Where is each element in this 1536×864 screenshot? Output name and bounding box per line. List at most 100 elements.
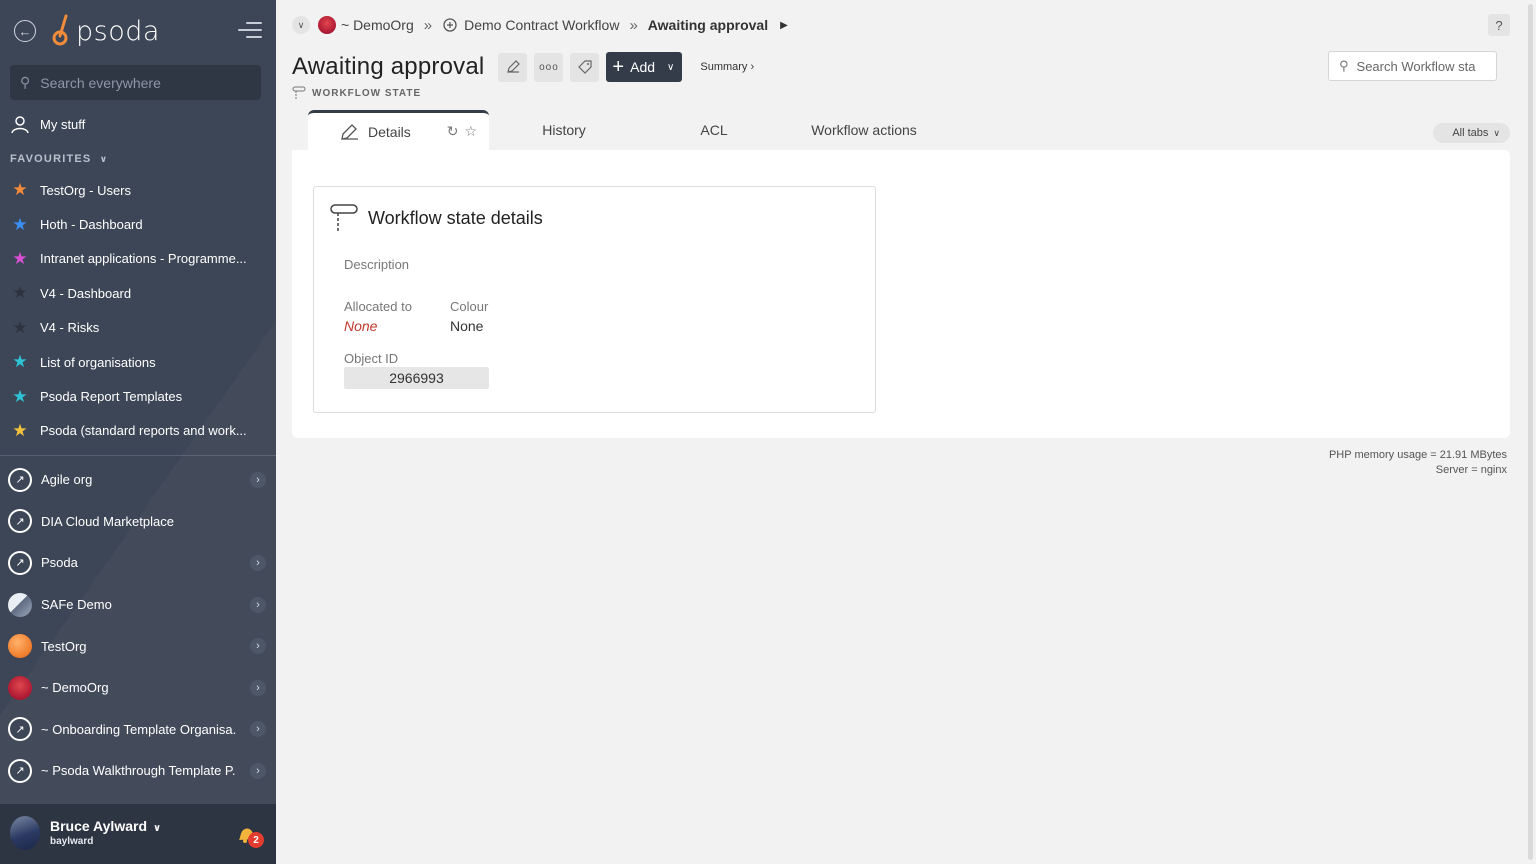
favourites-heading[interactable]: FAVOURITES ∨ (10, 153, 108, 165)
refresh-icon[interactable]: ↻ (447, 123, 459, 140)
star-icon: ★ (12, 248, 28, 268)
breadcrumb-workflow[interactable]: Demo Contract Workflow (464, 17, 619, 33)
favourite-label: Psoda Report Templates (40, 389, 183, 405)
favourite-label: List of organisations (40, 354, 156, 370)
tab-bar: Details ↻ ☆ History ACL Workflow actions (308, 110, 939, 150)
global-search[interactable]: ⚲ (10, 65, 261, 100)
workflow-state-icon (330, 204, 358, 231)
memory-usage: PHP memory usage = 21.91 MBytes (1328, 449, 1507, 461)
org-logo-icon (318, 16, 336, 34)
back-button[interactable]: ← (14, 20, 36, 42)
psoda-logo-mark-icon (52, 14, 68, 46)
all-tabs-dropdown[interactable]: All tabs ∨ (1433, 123, 1510, 143)
sidebar-divider (0, 455, 276, 456)
help-button[interactable]: ? (1488, 14, 1510, 36)
workflow-search[interactable]: ⚲ (1328, 51, 1497, 81)
search-icon: ⚲ (20, 74, 31, 90)
workflow-search-input[interactable] (1356, 58, 1485, 74)
workflow-icon (443, 18, 457, 32)
tag-button[interactable] (570, 52, 600, 82)
favourite-item[interactable]: ★ V4 - Risks (10, 311, 266, 345)
object-id-value: 2966993 (344, 367, 489, 389)
chevron-right-icon[interactable]: › (250, 471, 266, 488)
star-icon[interactable]: ☆ (465, 123, 478, 140)
add-button[interactable]: + Add ∨ (606, 52, 683, 82)
my-stuff-label: My stuff (40, 116, 86, 132)
favourite-item[interactable]: ★ List of organisations (10, 345, 266, 379)
mountain-icon (8, 592, 32, 617)
avatar[interactable] (10, 816, 40, 850)
summary-link[interactable]: Summary › (700, 61, 754, 73)
play-icon[interactable]: ▶ (780, 20, 788, 31)
favourite-item[interactable]: ★ Intranet applications - Programme... (10, 242, 266, 276)
tab-acl[interactable]: ACL (639, 110, 789, 150)
star-icon: ★ (12, 317, 28, 337)
collapse-sidebar-button[interactable] (238, 22, 262, 40)
chevron-right-icon[interactable]: › (250, 721, 266, 738)
favourite-item[interactable]: ★ TestOrg - Users (10, 173, 266, 207)
edit-button[interactable] (498, 52, 528, 82)
add-label: Add (630, 59, 656, 75)
user-icon (11, 116, 29, 134)
organisation-label: DIA Cloud Marketplace (41, 513, 174, 529)
main-content: ∨ ~ DemoOrg » Demo Contract Workflow » A… (276, 0, 1536, 864)
organisation-item[interactable]: ↗ Psoda › (8, 542, 270, 584)
organisation-item[interactable]: ↗ ~ Onboarding Template Organisa... › (8, 709, 270, 751)
breadcrumb-current: Awaiting approval (647, 17, 769, 33)
scrollbar-thumb[interactable] (1528, 4, 1533, 860)
favourite-label: V4 - Risks (40, 320, 100, 336)
organisation-item[interactable]: ↗ DIA Cloud Marketplace (8, 501, 270, 543)
rocket-icon: ↗ (8, 550, 32, 575)
pencil-icon (341, 123, 358, 140)
tab-history[interactable]: History (489, 110, 639, 150)
rocket-icon: ↗ (8, 509, 32, 534)
workflow-state-icon (292, 86, 306, 99)
allocated-to-value: None (344, 318, 378, 334)
chevron-right-icon[interactable]: › (250, 679, 266, 696)
orange-circle-icon (8, 634, 32, 659)
allocated-to-label: Allocated to (344, 299, 412, 314)
organisation-item[interactable]: TestOrg › (8, 625, 270, 667)
colour-label: Colour (450, 299, 489, 314)
organisation-label: TestOrg (41, 638, 87, 654)
scrollbar[interactable] (1526, 0, 1536, 864)
chevron-right-icon[interactable]: › (250, 554, 266, 571)
breadcrumb-toggle[interactable]: ∨ (292, 16, 310, 34)
user-name[interactable]: Bruce Aylward ∨ (50, 818, 161, 834)
star-icon: ★ (12, 283, 28, 303)
organisation-item[interactable]: ↗ Agile org › (8, 459, 270, 501)
favourite-label: V4 - Dashboard (40, 285, 132, 301)
favourite-item[interactable]: ★ Hoth - Dashboard (10, 207, 266, 241)
tab-workflow-actions[interactable]: Workflow actions (789, 110, 939, 150)
star-icon: ★ (12, 180, 28, 200)
breadcrumb-org[interactable]: ~ DemoOrg (341, 17, 414, 33)
details-panel: Workflow state details Description Alloc… (292, 150, 1510, 438)
sunset-icon (8, 675, 32, 700)
psoda-logo[interactable]: psoda (52, 14, 160, 48)
more-options-button[interactable]: ooo (534, 52, 564, 82)
workflow-state-details-card: Workflow state details Description Alloc… (313, 186, 876, 413)
user-panel[interactable]: Bruce Aylward ∨ baylward (0, 804, 276, 864)
chevron-right-icon[interactable]: › (250, 596, 266, 613)
favourite-label: Intranet applications - Programme... (40, 251, 247, 267)
server-name: Server = nginx (1435, 464, 1507, 476)
organisation-item[interactable]: SAFe Demo › (8, 584, 270, 626)
card-title: Workflow state details (368, 207, 543, 228)
arrow-left-icon: ← (18, 23, 32, 39)
favourite-item[interactable]: ★ Psoda (standard reports and work... (10, 414, 266, 448)
organisation-item[interactable]: ↗ ~ Psoda Walkthrough Template P... › (8, 750, 270, 792)
chevron-down-icon: ∨ (99, 154, 109, 164)
description-label: Description (344, 257, 410, 272)
chevron-right-icon[interactable]: › (250, 762, 266, 779)
breadcrumb: ∨ ~ DemoOrg » Demo Contract Workflow » A… (292, 14, 788, 36)
favourite-item[interactable]: ★ V4 - Dashboard (10, 276, 266, 310)
tab-details[interactable]: Details ↻ ☆ (308, 110, 489, 150)
my-stuff-link[interactable]: My stuff (10, 114, 85, 134)
favourite-item[interactable]: ★ Psoda Report Templates (10, 379, 266, 413)
organisation-item[interactable]: ~ DemoOrg › (8, 667, 270, 709)
chevron-right-icon[interactable]: › (250, 638, 266, 655)
notification-count-badge: 2 (248, 832, 264, 848)
sidebar-header: ← psoda (0, 0, 276, 62)
organisation-list: ↗ Agile org › ↗ DIA Cloud Marketplace ↗ Psoda ›… (8, 459, 270, 792)
global-search-input[interactable] (40, 74, 251, 91)
